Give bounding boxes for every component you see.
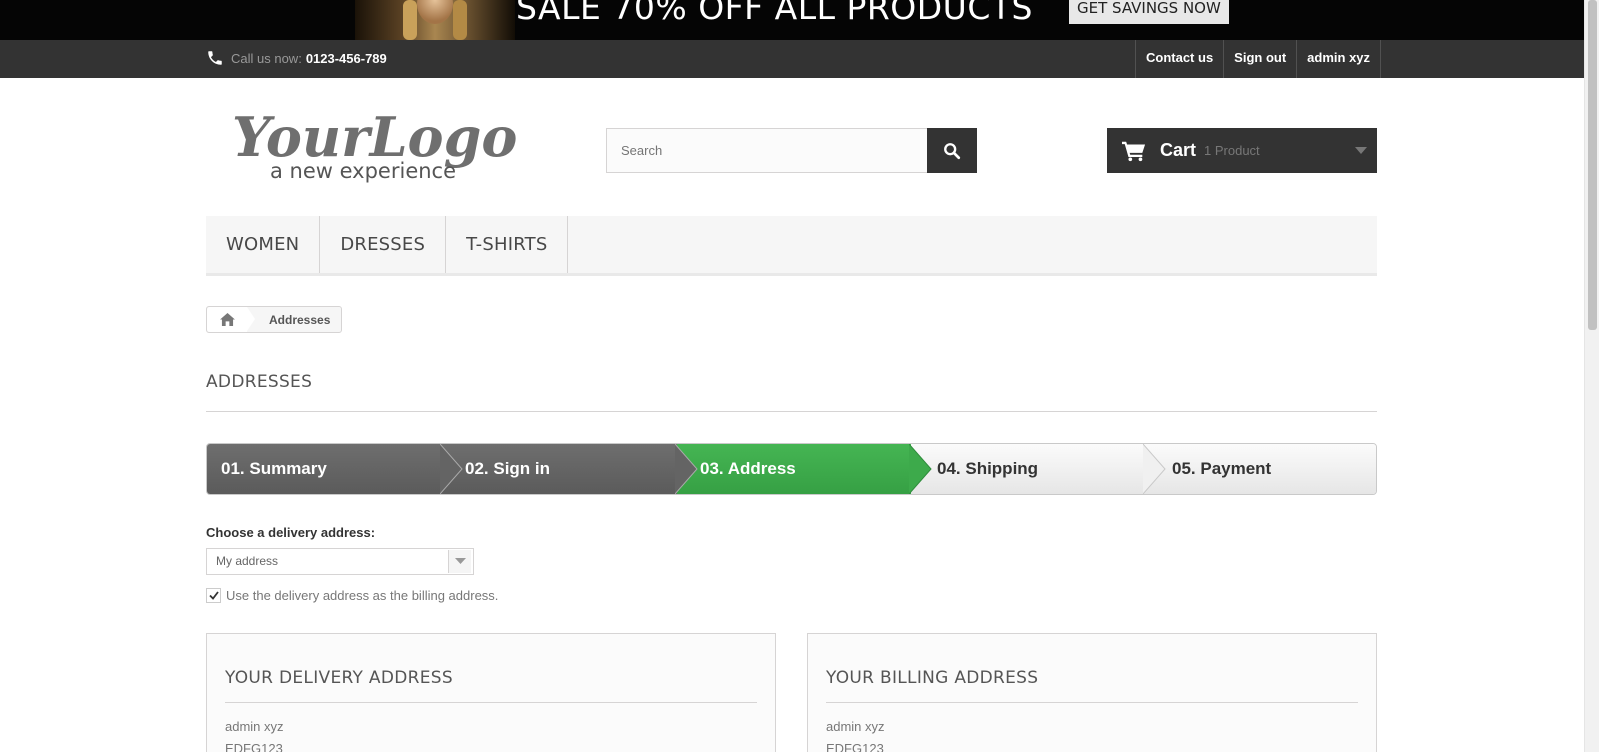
breadcrumb: Addresses	[206, 306, 343, 333]
call-us-info: Call us now: 0123-456-789	[206, 46, 387, 70]
breadcrumb-home[interactable]	[207, 307, 255, 332]
step-sign-in[interactable]: 02. Sign in	[442, 444, 698, 494]
step-label: 04. Shipping	[937, 459, 1039, 478]
page-title: ADDRESSES	[206, 372, 1377, 412]
scrollbar-thumb[interactable]	[1588, 0, 1597, 330]
step-label: 05. Payment	[1172, 459, 1272, 478]
billing-line: EDFG123	[826, 741, 884, 752]
chevron-down-icon	[448, 550, 471, 573]
billing-address-title: YOUR BILLING ADDRESS	[826, 668, 1358, 703]
delivery-address-select[interactable]: My address	[206, 548, 474, 575]
step-address: 03. Address	[677, 444, 932, 494]
store-logo[interactable]: YourLogo a new experience	[230, 100, 520, 184]
same-billing-checkbox[interactable]	[206, 588, 221, 603]
page-scrollbar[interactable]	[1584, 0, 1599, 752]
search-bar	[606, 128, 977, 173]
call-us-label: Call us now:	[231, 50, 302, 66]
phone-icon	[208, 51, 222, 65]
delivery-address-box: YOUR DELIVERY ADDRESS admin xyz EDFG123	[206, 633, 776, 752]
cart-icon	[1122, 141, 1146, 161]
delivery-address-title: YOUR DELIVERY ADDRESS	[225, 668, 757, 703]
get-savings-button[interactable]: GET SAVINGS NOW	[1069, 0, 1229, 24]
delivery-line: EDFG123	[225, 741, 283, 752]
billing-address-box: YOUR BILLING ADDRESS admin xyz EDFG123	[807, 633, 1377, 752]
delivery-name: admin xyz	[225, 719, 284, 734]
banner-model-image	[355, 0, 515, 40]
promo-banner[interactable]: SALE 70% OFF ALL PRODUCTS GET SAVINGS NO…	[0, 0, 1584, 40]
billing-name: admin xyz	[826, 719, 885, 734]
step-payment: 05. Payment	[1145, 444, 1376, 494]
delivery-address-label: Choose a delivery address:	[206, 525, 376, 540]
step-label: 02. Sign in	[465, 459, 551, 478]
main-menu: WOMEN DRESSES T-SHIRTS	[206, 216, 1377, 276]
selected-address: My address	[216, 554, 279, 568]
chevron-down-icon	[1355, 147, 1367, 154]
contact-us-link[interactable]: Contact us	[1135, 40, 1223, 78]
step-shipping: 04. Shipping	[911, 444, 1166, 494]
account-link[interactable]: admin xyz	[1296, 40, 1382, 78]
breadcrumb-current: Addresses	[269, 312, 331, 327]
search-input[interactable]	[606, 128, 927, 173]
checkmark-icon	[208, 591, 219, 600]
menu-item-tshirts[interactable]: T-SHIRTS	[446, 216, 569, 273]
cart-label: Cart	[1160, 140, 1197, 160]
step-label: 03. Address	[700, 459, 796, 478]
banner-headline: SALE 70% OFF ALL PRODUCTS	[516, 0, 1033, 27]
account-links: Contact us Sign out admin xyz	[1135, 40, 1382, 78]
same-billing-option: Use the delivery address as the billing …	[206, 588, 498, 603]
same-billing-label: Use the delivery address as the billing …	[226, 588, 499, 603]
home-icon	[219, 313, 235, 326]
step-label: 01. Summary	[221, 459, 327, 478]
menu-item-dresses[interactable]: DRESSES	[320, 216, 447, 273]
step-summary[interactable]: 01. Summary	[207, 444, 463, 494]
menu-item-women[interactable]: WOMEN	[206, 216, 321, 273]
sign-out-link[interactable]: Sign out	[1223, 40, 1296, 78]
cart-quantity: 1 Product	[1204, 143, 1260, 158]
checkout-steps: 01. Summary 02. Sign in 03. Address 04. …	[206, 443, 1377, 495]
cart-button[interactable]: Cart 1 Product	[1107, 128, 1377, 173]
phone-number: 0123-456-789	[305, 50, 387, 66]
search-button[interactable]	[927, 128, 977, 173]
search-icon	[944, 142, 961, 159]
svg-text:a new experience: a new experience	[270, 159, 456, 183]
